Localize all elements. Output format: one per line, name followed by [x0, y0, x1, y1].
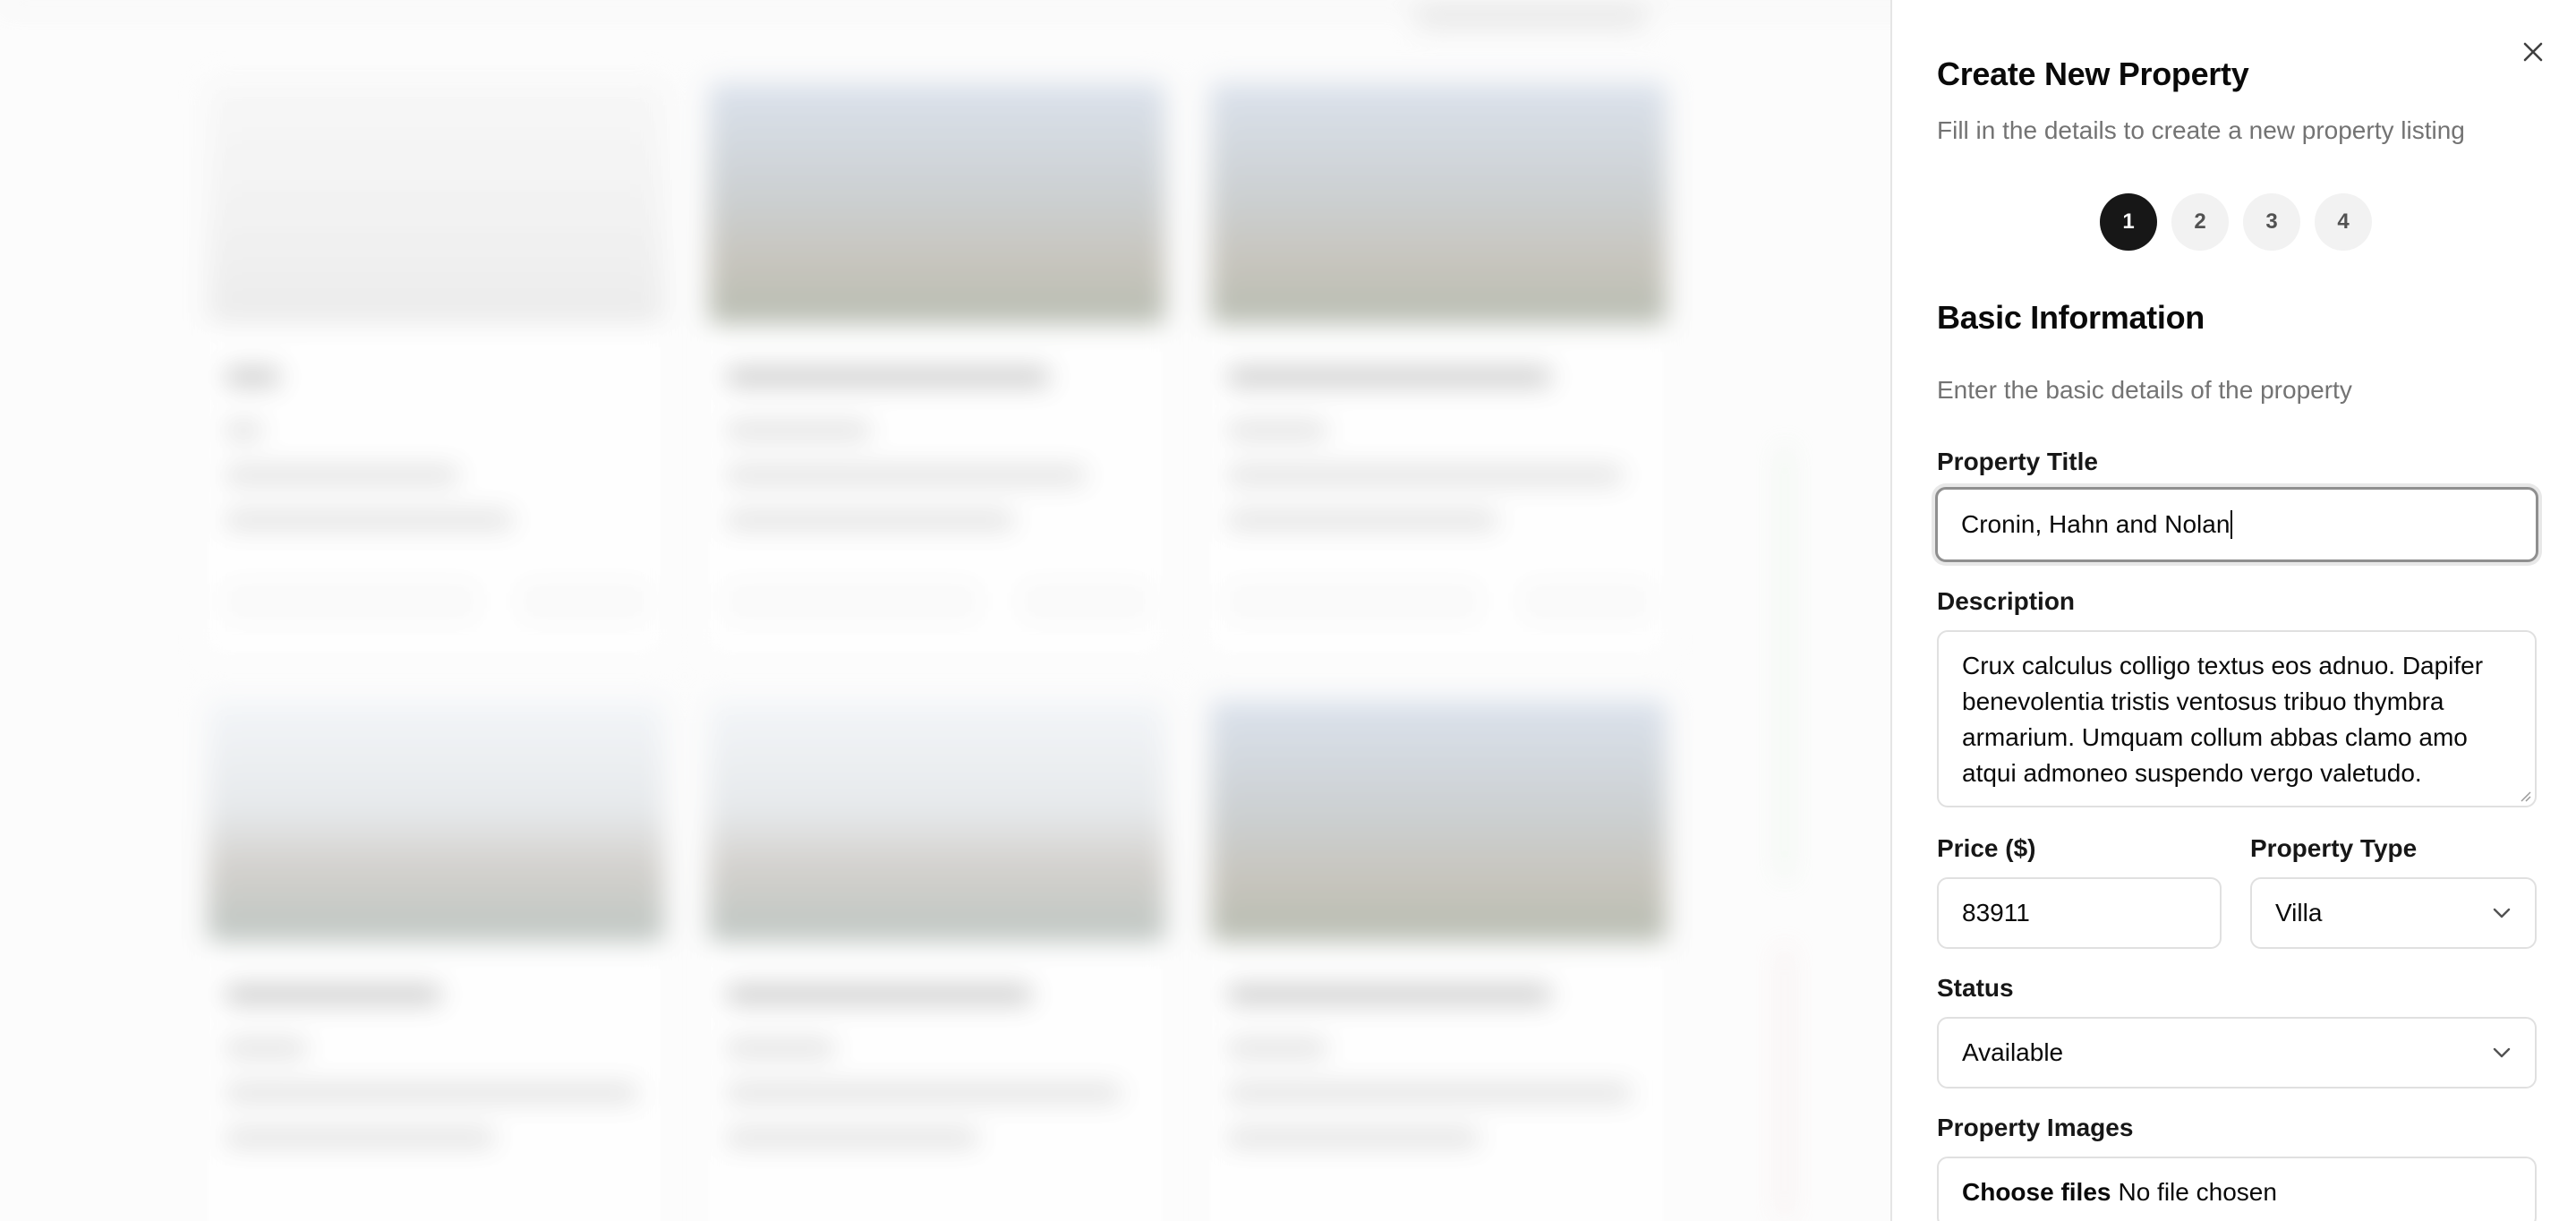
close-button[interactable] [2517, 36, 2549, 68]
property-title-input[interactable]: Cronin, Hahn and Nolan [1935, 487, 2538, 562]
description-textarea[interactable]: Crux calculus colligo textus eos adnuo. … [1937, 630, 2537, 807]
status-value: Available [1962, 1038, 2064, 1066]
property-images-label: Property Images [1937, 1114, 2134, 1141]
property-type-select[interactable]: Villa [2250, 877, 2537, 949]
section-title: Basic Information [1937, 299, 2205, 336]
create-property-drawer: Create New Property Fill in the details … [1890, 0, 2576, 1221]
close-icon [2523, 42, 2543, 62]
status-label: Status [1937, 974, 2014, 1002]
text-caret [2231, 510, 2233, 539]
price-input[interactable]: 83911 [1937, 877, 2222, 949]
property-title-value: Cronin, Hahn and Nolan [1961, 510, 2231, 538]
step-indicator: 1 2 3 4 [2100, 193, 2372, 251]
step-1[interactable]: 1 [2100, 193, 2157, 251]
step-4[interactable]: 4 [2315, 193, 2372, 251]
file-status-text: No file chosen [2118, 1178, 2277, 1206]
choose-files-button[interactable]: Choose files [1962, 1178, 2111, 1207]
property-type-value: Villa [2275, 899, 2323, 926]
description-label: Description [1937, 587, 2076, 615]
step-3[interactable]: 3 [2243, 193, 2300, 251]
property-images-file-input[interactable]: Choose files No file chosen [1937, 1157, 2537, 1221]
chevron-down-icon [2493, 908, 2511, 918]
property-title-label: Property Title [1937, 448, 2098, 475]
status-select[interactable]: Available [1937, 1017, 2537, 1089]
drawer-title: Create New Property [1937, 56, 2249, 92]
resize-grip-icon[interactable] [2519, 790, 2531, 802]
description-value: Crux calculus colligo textus eos adnuo. … [1962, 652, 2484, 787]
property-type-label: Property Type [2250, 834, 2418, 862]
chevron-down-icon [2493, 1047, 2511, 1058]
step-2[interactable]: 2 [2171, 193, 2229, 251]
drawer-subtitle: Fill in the details to create a new prop… [1937, 116, 2465, 144]
section-description: Enter the basic details of the property [1937, 376, 2352, 404]
price-label: Price ($) [1937, 834, 2036, 862]
price-value: 83911 [1962, 899, 2030, 926]
